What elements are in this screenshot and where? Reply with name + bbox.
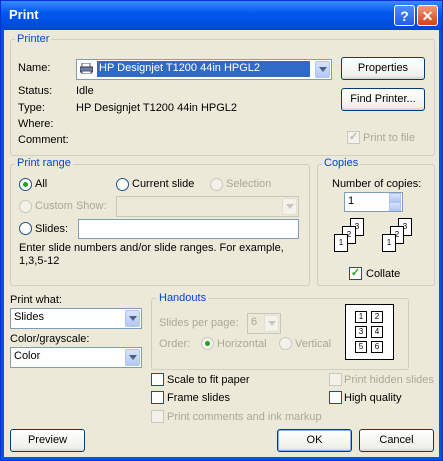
custom-show-radio[interactable]: [19, 200, 32, 213]
close-button[interactable]: ✕: [417, 5, 438, 26]
handout-preview: 1 2 3 4 5 6: [345, 304, 394, 360]
handout-cell: 2: [371, 311, 383, 323]
collate-checkbox[interactable]: ✓: [349, 267, 362, 280]
find-printer-button[interactable]: Find Printer...: [341, 88, 425, 111]
chevron-down-icon[interactable]: [282, 198, 297, 215]
number-of-copies-input[interactable]: 1: [344, 192, 403, 212]
print-what-value: Slides: [14, 311, 44, 323]
handout-cell: 6: [371, 341, 383, 353]
handout-cell: 5: [355, 341, 367, 353]
page-icon: 1: [382, 234, 396, 252]
title-bar[interactable]: Print ? ✕: [1, 1, 442, 30]
scale-to-fit-checkbox[interactable]: [151, 373, 164, 386]
status-label: Status:: [18, 85, 53, 97]
slides-radio[interactable]: [19, 222, 32, 235]
horizontal-label: Horizontal: [217, 338, 267, 350]
slides-per-page-value: 6: [251, 316, 258, 328]
chevron-down-icon[interactable]: [125, 310, 140, 327]
print-comments-checkbox[interactable]: [151, 410, 164, 423]
handout-cell: 1: [355, 311, 367, 323]
chevron-down-icon[interactable]: [264, 315, 279, 332]
high-quality-label: High quality: [344, 392, 402, 404]
print-to-file-label: Print to file: [363, 132, 415, 144]
print-what-label: Print what:: [10, 294, 62, 306]
color-grayscale-label: Color/grayscale:: [10, 333, 90, 345]
high-quality-checkbox[interactable]: [329, 391, 342, 404]
handout-cell: 3: [355, 326, 367, 338]
printer-icon: [79, 62, 94, 75]
printer-name-value: HP Designjet T1200 44in HPGL2: [97, 61, 310, 77]
current-slide-radio[interactable]: [116, 178, 129, 191]
properties-button-label: Properties: [357, 62, 409, 74]
cancel-button[interactable]: Cancel: [359, 429, 434, 452]
chevron-down-icon[interactable]: [125, 349, 140, 366]
horizontal-radio[interactable]: [201, 337, 214, 350]
print-to-file-checkbox[interactable]: ✓: [347, 131, 360, 144]
preview-button-label: Preview: [27, 434, 68, 446]
help-button[interactable]: ?: [394, 5, 415, 26]
properties-button[interactable]: Properties: [341, 57, 425, 80]
printer-name-label: Name:: [18, 62, 51, 74]
collate-label: Collate: [366, 268, 401, 280]
frame-slides-checkbox[interactable]: [151, 391, 164, 404]
slides-hint: Enter slide numbers and/or slide ranges.…: [19, 242, 284, 267]
chevron-down-icon[interactable]: [315, 61, 330, 78]
number-of-copies-value: 1: [348, 195, 355, 207]
all-label: All: [35, 178, 48, 190]
page-icon: 1: [334, 234, 348, 252]
preview-button[interactable]: Preview: [10, 429, 85, 452]
color-grayscale-value: Color: [14, 350, 41, 362]
number-of-copies-label: Number of copies:: [332, 178, 422, 190]
ok-button[interactable]: OK: [277, 429, 352, 452]
print-comments-label: Print comments and ink markup: [167, 411, 322, 423]
order-label: Order:: [159, 338, 191, 350]
copies-group-label: Copies: [322, 157, 361, 169]
frame-slides-label: Frame slides: [167, 392, 230, 404]
custom-show-select[interactable]: [116, 196, 299, 217]
type-value: HP Designjet T1200 44in HPGL2: [76, 102, 238, 114]
scale-to-fit-label: Scale to fit paper: [167, 374, 250, 386]
status-value: Idle: [76, 85, 94, 97]
slides-label: Slides:: [35, 223, 69, 235]
slides-per-page-label: Slides per page:: [159, 317, 239, 329]
print-range-group-label: Print range: [15, 157, 73, 169]
vertical-radio[interactable]: [279, 337, 292, 350]
vertical-label: Vertical: [295, 338, 332, 350]
comment-label: Comment:: [18, 134, 69, 146]
where-label: Where:: [18, 118, 54, 130]
slides-per-page-select[interactable]: 6: [247, 313, 281, 334]
dialog-body: Printer Name: HP Designjet T1200 44in HP…: [4, 30, 439, 457]
selection-label: Selection: [226, 178, 272, 190]
collate-icon: 3 2 1 3 2 1: [330, 216, 420, 260]
cancel-button-label: Cancel: [379, 434, 414, 446]
custom-show-label: Custom Show:: [35, 200, 107, 212]
all-radio[interactable]: [19, 178, 32, 191]
spin-down-icon[interactable]: [389, 202, 401, 211]
print-hidden-label: Print hidden slides: [344, 374, 434, 386]
printer-name-select[interactable]: HP Designjet T1200 44in HPGL2: [76, 59, 332, 80]
handout-cell: 4: [371, 326, 383, 338]
selection-radio[interactable]: [210, 178, 223, 191]
type-label: Type:: [18, 102, 45, 114]
print-dialog: Print ? ✕ Printer Name: HP Designjet T12…: [0, 0, 443, 461]
color-grayscale-select[interactable]: Color: [10, 347, 142, 368]
find-printer-button-label: Find Printer...: [350, 93, 416, 105]
print-what-select[interactable]: Slides: [10, 308, 142, 329]
handouts-group-label: Handouts: [157, 292, 209, 304]
current-slide-label: Current slide: [132, 178, 195, 190]
dialog-title: Print: [9, 7, 39, 22]
printer-group-label: Printer: [15, 33, 52, 45]
slides-input[interactable]: [78, 219, 299, 239]
print-hidden-checkbox[interactable]: [329, 373, 342, 386]
ok-button-label: OK: [306, 434, 323, 446]
spin-up-icon[interactable]: [389, 193, 401, 202]
